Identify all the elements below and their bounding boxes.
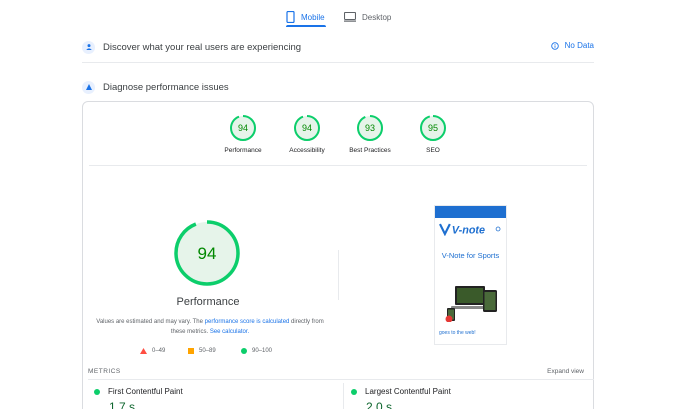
note-text-1: Values are estimated and may vary. The <box>96 319 205 325</box>
desktop-icon <box>344 12 356 22</box>
lab-data-title: Diagnose performance issues <box>103 81 229 93</box>
screenshot-header-bar <box>435 206 506 218</box>
field-data-title: Discover what your real users are experi… <box>103 41 302 53</box>
device-tabs: Mobile Desktop <box>0 0 680 28</box>
circle-icon <box>241 348 247 354</box>
triangle-icon <box>140 348 147 354</box>
devices-illustration <box>445 286 497 322</box>
legend-fail-label: 0–49 <box>152 348 166 354</box>
active-tab-indicator <box>286 25 326 27</box>
no-data-status: No Data <box>550 41 594 50</box>
metrics-divider <box>88 379 594 380</box>
legend-average: 50–89 <box>188 348 216 354</box>
users-icon <box>82 40 95 54</box>
main-score-value: 94 <box>198 244 217 263</box>
score-value: 94 <box>238 123 248 133</box>
main-performance-gauge: 94 <box>174 220 240 286</box>
metric-lcp: Largest Contentful Paint <box>351 387 451 396</box>
score-label: SEO <box>426 147 440 154</box>
metrics-heading: METRICS <box>88 368 121 375</box>
report-card: 94 Performance 94 Accessibility 93 Best … <box>82 101 594 409</box>
metric-fcp: First Contentful Paint <box>94 387 183 396</box>
square-icon <box>188 348 194 354</box>
field-data-section[interactable]: Discover what your real users are experi… <box>82 35 594 59</box>
card-divider <box>89 165 587 166</box>
tab-mobile-label: Mobile <box>301 12 325 22</box>
metric-lcp-label: Largest Contentful Paint <box>365 387 451 396</box>
legend-average-label: 50–89 <box>199 348 216 354</box>
gauge-ring: 93 <box>357 115 383 141</box>
score-value: 94 <box>302 123 312 133</box>
metric-fcp-value: 1.7 s <box>109 400 136 409</box>
performance-note: Values are estimated and may vary. The p… <box>89 317 331 337</box>
mobile-icon <box>286 11 295 23</box>
performance-title: Performance <box>176 296 240 308</box>
vertical-divider <box>338 250 339 300</box>
tab-desktop-label: Desktop <box>362 12 392 22</box>
legend-pass: 90–100 <box>241 348 272 354</box>
vnote-logo: V-note <box>439 222 502 236</box>
gauge-ring: 94 <box>294 115 320 141</box>
legend-pass-label: 90–100 <box>252 348 273 354</box>
gauge-ring: 95 <box>420 115 446 141</box>
section-divider <box>82 62 594 63</box>
score-value: 93 <box>365 123 375 133</box>
screenshot-footer-text: goes to the web! <box>439 330 476 336</box>
gauge-ring: 94 <box>230 115 256 141</box>
pass-circle-icon <box>351 388 357 395</box>
tab-desktop[interactable]: Desktop <box>344 6 391 28</box>
score-value: 95 <box>428 123 438 133</box>
info-icon <box>550 41 559 50</box>
svg-text:V-note: V-note <box>452 224 485 236</box>
screenshot-headline: V-Note for Sports <box>441 251 500 260</box>
page-screenshot: V-note V-Note for Sports goes to the web… <box>434 205 507 345</box>
metric-fcp-label: First Contentful Paint <box>108 387 183 396</box>
lab-icon <box>82 80 95 94</box>
score-gauge-seo[interactable]: 95 SEO <box>393 114 473 154</box>
metric-divider <box>343 383 344 409</box>
expand-view-button[interactable]: Expand view <box>547 368 584 375</box>
screenshot-subtitle <box>439 237 502 241</box>
score-calculation-link[interactable]: performance score is calculated <box>205 319 290 325</box>
see-calculator-link[interactable]: See calculator. <box>210 329 249 335</box>
pass-circle-icon <box>94 388 100 395</box>
lab-data-section: Diagnose performance issues <box>82 75 594 99</box>
metric-lcp-value: 2.0 s <box>366 400 393 409</box>
no-data-label: No Data <box>564 41 594 50</box>
legend-fail: 0–49 <box>140 348 165 354</box>
